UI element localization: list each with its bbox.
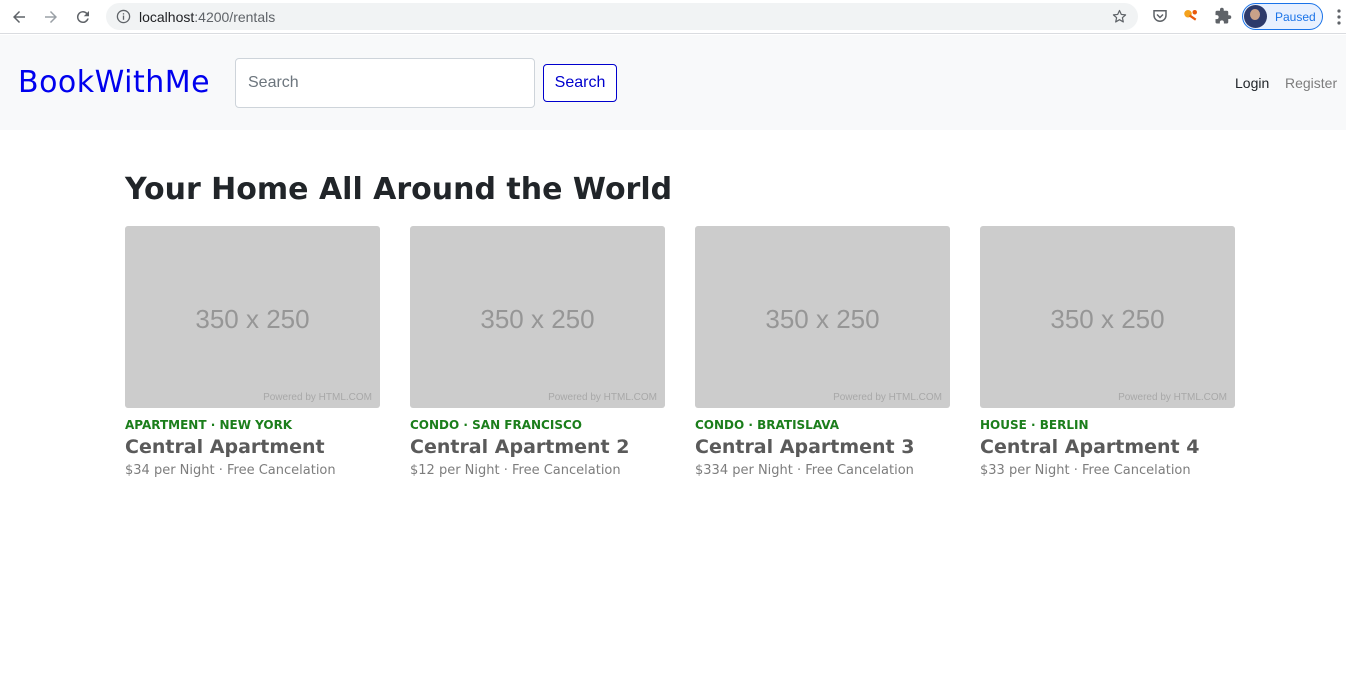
kebab-menu-icon[interactable] xyxy=(1337,8,1341,26)
info-icon[interactable] xyxy=(116,9,131,24)
search-button[interactable]: Search xyxy=(543,64,617,102)
search-input[interactable] xyxy=(235,58,535,108)
url-text: localhost:4200/rentals xyxy=(139,9,276,25)
back-arrow-icon[interactable] xyxy=(7,5,31,29)
rental-title: Central Apartment xyxy=(125,436,325,458)
rental-type: Condo · Bratislava xyxy=(695,418,840,432)
rental-card[interactable]: 350 x 250 Powered by HTML.COM Condo · Br… xyxy=(695,226,950,478)
key-icon[interactable] xyxy=(1182,7,1200,25)
reload-icon[interactable] xyxy=(71,5,95,29)
rental-image: 350 x 250 Powered by HTML.COM xyxy=(695,226,950,408)
register-link[interactable]: Register xyxy=(1285,75,1337,91)
app-navbar: BookWithMe Search Login Register xyxy=(0,35,1346,130)
avatar xyxy=(1244,5,1267,28)
rental-image: 350 x 250 Powered by HTML.COM xyxy=(410,226,665,408)
rental-type: Apartment · New York xyxy=(125,418,293,432)
pocket-icon[interactable] xyxy=(1151,7,1169,25)
rental-type: Condo · San Francisco xyxy=(410,418,582,432)
rental-card[interactable]: 350 x 250 Powered by HTML.COM Apartment … xyxy=(125,226,380,478)
login-link[interactable]: Login xyxy=(1235,75,1269,91)
rental-image: 350 x 250 Powered by HTML.COM xyxy=(980,226,1235,408)
puzzle-icon[interactable] xyxy=(1214,7,1232,25)
rental-subtitle: $33 per Night · Free Cancelation xyxy=(980,463,1191,478)
address-bar[interactable]: localhost:4200/rentals xyxy=(106,3,1138,30)
rental-card[interactable]: 350 x 250 Powered by HTML.COM Condo · Sa… xyxy=(410,226,665,478)
rental-image: 350 x 250 Powered by HTML.COM xyxy=(125,226,380,408)
rental-subtitle: $334 per Night · Free Cancelation xyxy=(695,463,914,478)
rental-type: House · Berlin xyxy=(980,418,1089,432)
rental-title: Central Apartment 3 xyxy=(695,436,915,458)
rental-subtitle: $12 per Night · Free Cancelation xyxy=(410,463,621,478)
star-icon[interactable] xyxy=(1111,8,1128,25)
profile-button[interactable]: Paused xyxy=(1242,3,1323,30)
brand-logo-link[interactable]: BookWithMe xyxy=(18,65,210,100)
rental-card[interactable]: 350 x 250 Powered by HTML.COM House · Be… xyxy=(980,226,1235,478)
browser-toolbar: localhost:4200/rentals Paused xyxy=(0,0,1346,34)
rental-title: Central Apartment 4 xyxy=(980,436,1200,458)
rental-subtitle: $34 per Night · Free Cancelation xyxy=(125,463,336,478)
profile-status: Paused xyxy=(1275,9,1316,24)
rental-title: Central Apartment 2 xyxy=(410,436,630,458)
page-title: Your Home All Around the World xyxy=(125,172,673,207)
forward-arrow-icon[interactable] xyxy=(39,5,63,29)
